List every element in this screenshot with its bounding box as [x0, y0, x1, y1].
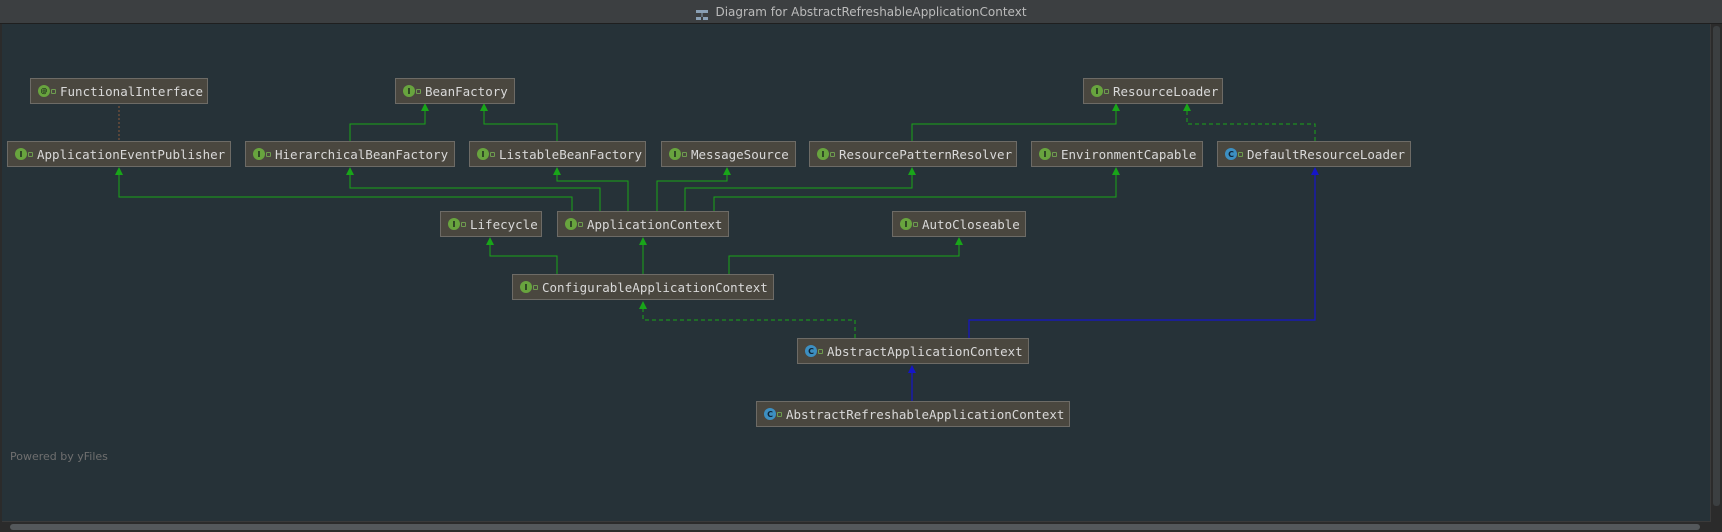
node-resource-pattern-resolver[interactable]: I ResourcePatternResolver	[809, 141, 1017, 167]
interface-icon: I	[253, 148, 271, 160]
arrowhead	[908, 167, 916, 175]
edge-appcontext-hierarchical	[349, 174, 601, 211]
edge-configurable-autocloseable	[728, 244, 960, 274]
interface-icon: I	[817, 148, 835, 160]
edge-appcontext-eventpublisher	[118, 174, 573, 211]
node-hierarchical-bean-factory[interactable]: I HierarchicalBeanFactory	[245, 141, 455, 167]
arrowhead	[486, 237, 494, 245]
edge-appcontext-resourcepattern	[684, 174, 913, 211]
edge-layer	[115, 102, 1319, 401]
arrowhead	[346, 167, 354, 175]
arrowhead	[1311, 167, 1319, 175]
edge-appcontext-environment	[713, 174, 1117, 211]
arrowhead	[723, 167, 731, 175]
horizontal-scrollbar[interactable]	[2, 521, 1711, 532]
interface-icon: I	[403, 85, 421, 97]
node-abstract-refreshable-application-context[interactable]: C AbstractRefreshableApplicationContext	[756, 401, 1070, 427]
interface-icon: I	[669, 148, 687, 160]
node-bean-factory[interactable]: I BeanFactory	[395, 78, 515, 104]
edge-configurable-lifecycle	[489, 244, 558, 274]
edge-abstract-defaultresourceloader	[968, 174, 1316, 338]
edge-resourcepattern-resourceloader	[911, 110, 1117, 141]
edge-defaultresourceloader-resourceloader	[1186, 110, 1316, 141]
interface-icon: I	[15, 148, 33, 160]
node-environment-capable[interactable]: I EnvironmentCapable	[1031, 141, 1203, 167]
interface-icon: I	[1039, 148, 1057, 160]
arrowhead	[1112, 103, 1120, 111]
edge-listable-beanfactory	[483, 110, 558, 141]
edge-hierarchical-beanfactory	[349, 110, 426, 141]
node-listable-bean-factory[interactable]: I ListableBeanFactory	[469, 141, 646, 167]
node-auto-closeable[interactable]: I AutoCloseable	[892, 211, 1026, 237]
arrowhead	[908, 365, 916, 373]
edge-appcontext-messagesource	[656, 174, 728, 211]
edge-abstract-configurable	[642, 308, 856, 338]
arrowhead	[1183, 103, 1191, 111]
node-message-source[interactable]: I MessageSource	[661, 141, 796, 167]
interface-icon: I	[1091, 85, 1109, 97]
node-lifecycle[interactable]: I Lifecycle	[440, 211, 542, 237]
class-icon: C	[1225, 148, 1243, 160]
arrowhead	[553, 167, 561, 175]
arrowhead	[639, 301, 647, 309]
arrowhead	[639, 237, 647, 245]
arrowhead	[115, 167, 123, 175]
node-configurable-application-context[interactable]: I ConfigurableApplicationContext	[512, 274, 774, 300]
node-abstract-application-context[interactable]: C AbstractApplicationContext	[797, 338, 1029, 364]
annotation-icon: @	[38, 85, 56, 97]
horizontal-scrollbar-thumb[interactable]	[10, 524, 1700, 530]
interface-icon: I	[448, 218, 466, 230]
interface-icon: I	[900, 218, 918, 230]
powered-by-label: Powered by yFiles	[10, 450, 108, 463]
arrowhead	[480, 103, 488, 111]
arrowhead	[955, 237, 963, 245]
vertical-scrollbar[interactable]	[1710, 24, 1722, 532]
arrowhead	[1112, 167, 1120, 175]
arrowhead	[421, 103, 429, 111]
abstract-class-icon: C	[805, 345, 823, 357]
interface-icon: I	[477, 148, 495, 160]
node-application-event-publisher[interactable]: I ApplicationEventPublisher	[7, 141, 231, 167]
node-functional-interface[interactable]: @ FunctionalInterface	[30, 78, 208, 104]
node-application-context[interactable]: I ApplicationContext	[557, 211, 729, 237]
abstract-class-icon: C	[764, 408, 782, 420]
node-resource-loader[interactable]: I ResourceLoader	[1083, 78, 1223, 104]
node-default-resource-loader[interactable]: C DefaultResourceLoader	[1217, 141, 1411, 167]
edge-appcontext-listable	[556, 174, 629, 211]
interface-icon: I	[520, 281, 538, 293]
vertical-scrollbar-thumb[interactable]	[1713, 26, 1720, 506]
diagram-window: Diagram for AbstractRefreshableApplicati…	[0, 0, 1722, 532]
interface-icon: I	[565, 218, 583, 230]
